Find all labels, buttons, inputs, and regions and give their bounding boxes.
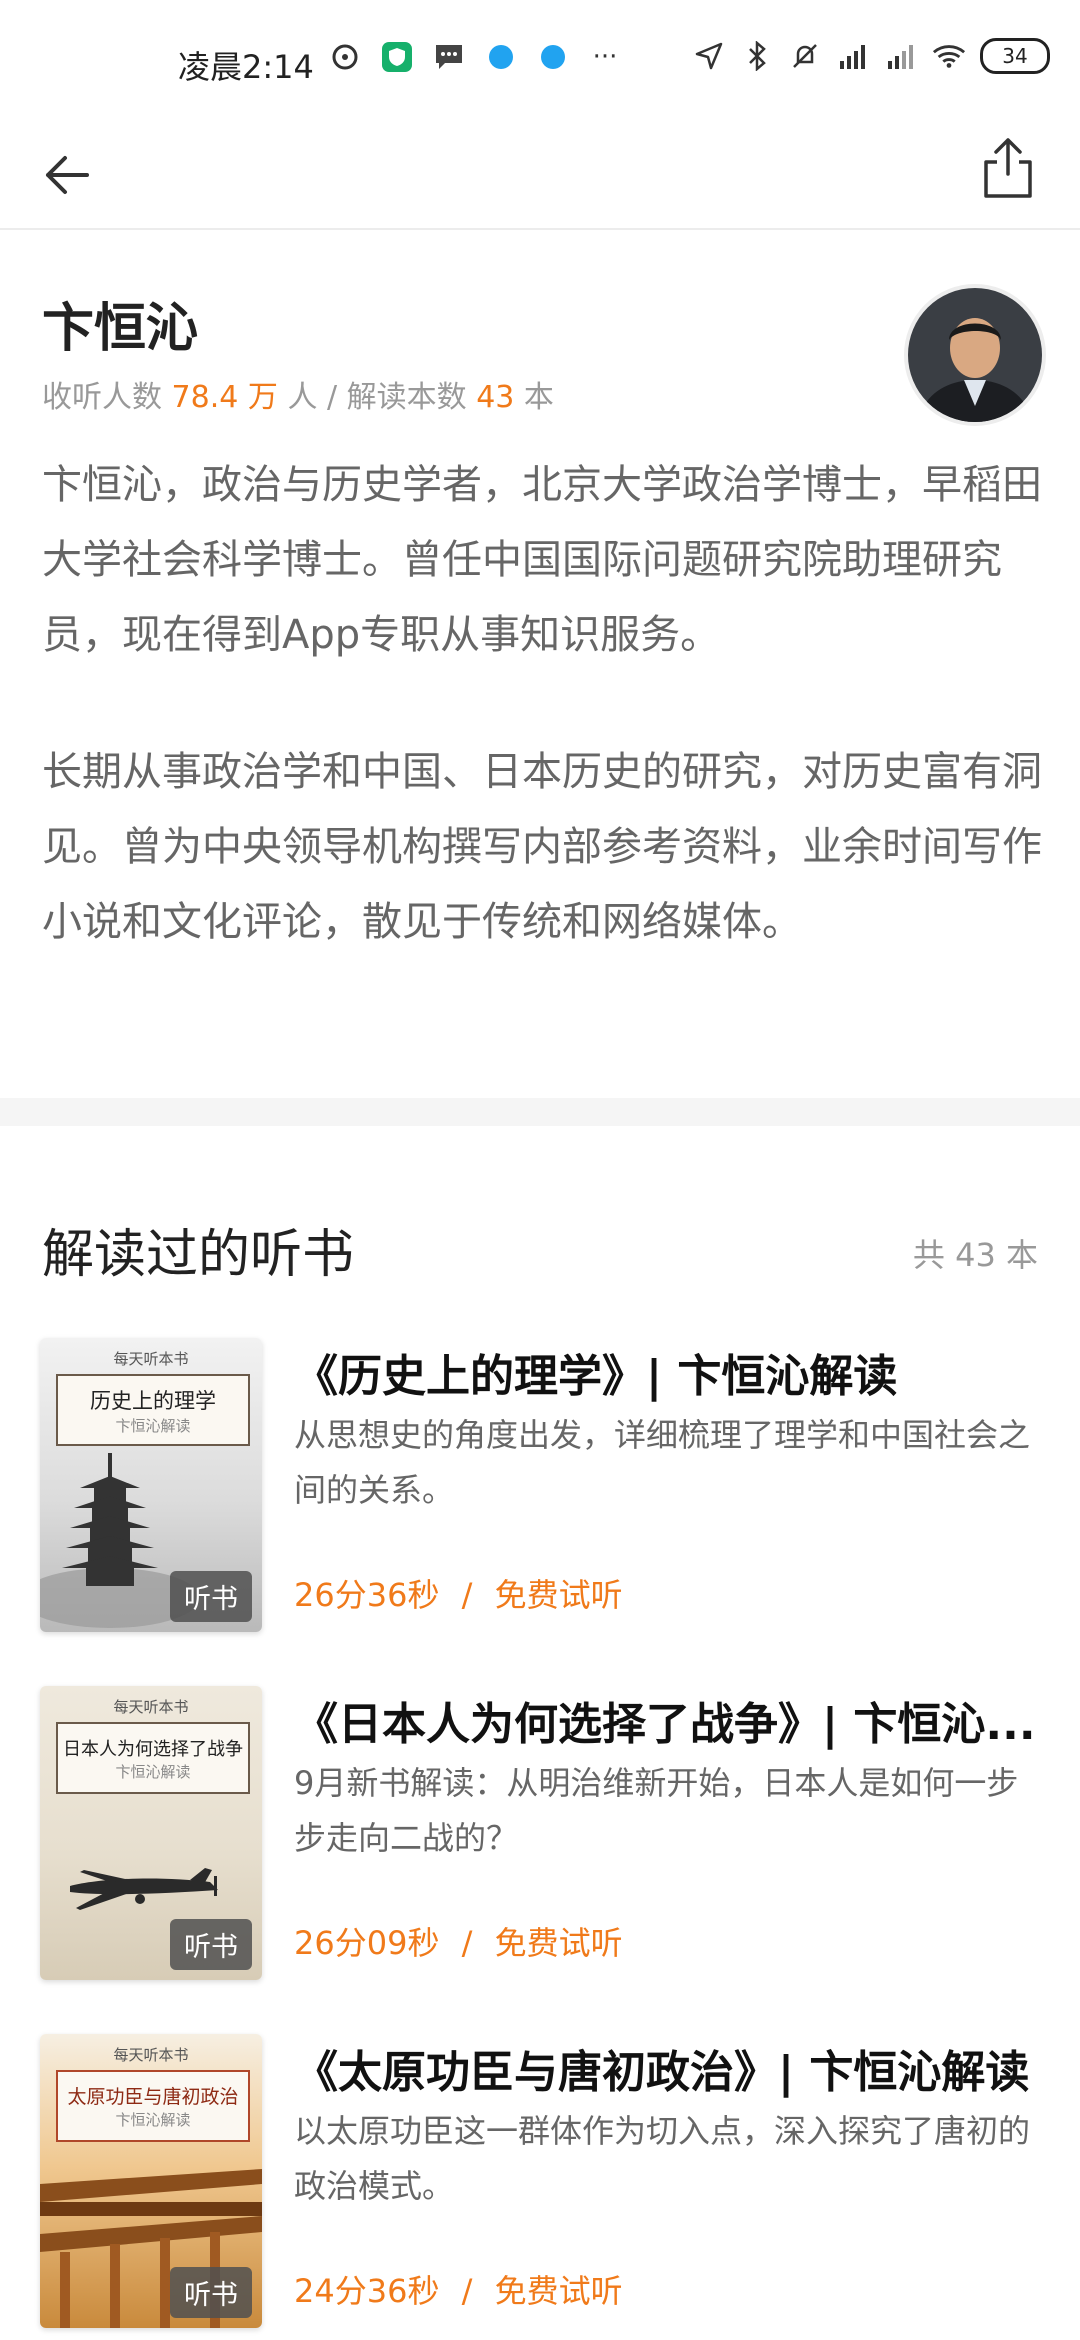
top-toolbar: [0, 122, 1080, 230]
status-bar: 凌晨2:14 ··· 34: [0, 0, 1080, 122]
location-icon: [692, 39, 726, 73]
meta-separator: /: [461, 1576, 473, 1614]
book-title: 《历史上的理学》| 卞恒沁解读: [294, 1351, 898, 1402]
mute-bell-icon: [788, 39, 822, 73]
section-divider: [0, 1098, 1080, 1126]
author-name: 卞恒沁: [42, 299, 199, 359]
book-meta: 26分36秒 / 免费试听: [294, 1570, 623, 1616]
book-item[interactable]: 每天听本书 历史上的理学 卞恒沁解读 听书 《历史上的理学》| 卞恒沁解读 从思…: [40, 1338, 1040, 1632]
meta-separator: /: [461, 1924, 473, 1962]
books-value: 43: [476, 380, 515, 415]
meta-separator: /: [461, 2272, 473, 2310]
listeners-value: 78.4 万: [171, 380, 278, 415]
audiobook-badge: 听书: [170, 1919, 252, 1970]
books-label: 解读本数: [346, 380, 467, 415]
cover-series: 每天听本书: [113, 1350, 189, 1368]
book-duration: 26分09秒: [294, 1924, 440, 1962]
bluetooth-icon: [740, 39, 774, 73]
cover-title-frame: 太原功臣与唐初政治 卞恒沁解读: [56, 2070, 250, 2142]
cover-author: 卞恒沁解读: [115, 1416, 191, 1435]
listeners-label: 收听人数: [42, 380, 162, 415]
book-description: 从思想史的角度出发，详细梳理了理学和中国社会之间的关系。: [294, 1416, 1031, 1509]
author-bio: 卞恒沁，政治与历史学者，北京大学政治学博士，早稻田大学社会科学博士。曾任中国国际…: [42, 448, 1042, 960]
avatar: [904, 284, 1046, 426]
share-icon: [984, 138, 1032, 198]
back-button[interactable]: [36, 144, 98, 206]
book-meta: 24分36秒 / 免费试听: [294, 2266, 623, 2312]
book-item[interactable]: 每天听本书 日本人为何选择了战争 卞恒沁解读 听书 《日本人为何选择了战争》| …: [40, 1686, 1040, 1980]
books-unit: 本: [523, 380, 554, 415]
cover-author: 卞恒沁解读: [115, 1762, 191, 1781]
book-info: 《太原功臣与唐初政治》| 卞恒沁解读 以太原功臣这一群体作为切入点，深入探究了唐…: [294, 2034, 1040, 2214]
more-notifications-icon: ···: [592, 42, 618, 72]
book-cover: 每天听本书 太原功臣与唐初政治 卞恒沁解读 听书: [40, 2034, 262, 2328]
cover-series: 每天听本书: [113, 1698, 189, 1716]
share-button[interactable]: [972, 128, 1044, 208]
bio-paragraph: 卞恒沁，政治与历史学者，北京大学政治学博士，早稻田大学社会科学博士。曾任中国国际…: [42, 462, 1042, 658]
section-title: 解读过的听书: [42, 1225, 355, 1285]
bird-app-icon-2: [536, 40, 570, 74]
cover-title: 日本人为何选择了战争: [63, 1738, 243, 1760]
bio-paragraph: 长期从事政治学和中国、日本历史的研究，对历史富有洞见。曾为中央领导机构撰写内部参…: [42, 749, 1042, 945]
book-description: 以太原功臣这一群体作为切入点，深入探究了唐初的政治模式。: [294, 2112, 1031, 2205]
free-trial-label: 免费试听: [494, 1924, 623, 1962]
author-header: 卞恒沁: [42, 286, 1042, 361]
message-icon: [432, 40, 466, 74]
system-icons: 34: [692, 38, 1050, 74]
bird-app-icon: [484, 40, 518, 74]
book-title: 《日本人为何选择了战争》| 卞恒沁...: [294, 1699, 1036, 1750]
arrow-left-icon: [46, 156, 89, 194]
book-duration: 26分36秒: [294, 1576, 440, 1614]
wifi-icon: [932, 39, 966, 73]
audiobook-badge: 听书: [170, 1571, 252, 1622]
shield-app-icon: [380, 40, 414, 74]
book-info: 《日本人为何选择了战争》| 卞恒沁... 9月新书解读：从明治维新开始，日本人是…: [294, 1686, 1040, 1866]
cover-series: 每天听本书: [113, 2046, 189, 2064]
battery-icon: 34: [980, 38, 1050, 74]
audiobook-badge: 听书: [170, 2267, 252, 2318]
signal-hd-icon-2: [884, 39, 918, 73]
book-item[interactable]: 每天听本书 太原功臣与唐初政治 卞恒沁解读 听书 《太原功臣与唐初政治》| 卞恒…: [40, 2034, 1040, 2328]
book-cover: 每天听本书 日本人为何选择了战争 卞恒沁解读 听书: [40, 1686, 262, 1980]
section-count: 共 43 本: [912, 1236, 1038, 1274]
notification-icons: ···: [328, 40, 622, 74]
author-stats: 收听人数 78.4 万 人 / 解读本数 43 本: [42, 372, 554, 416]
book-meta: 26分09秒 / 免费试听: [294, 1918, 623, 1964]
book-title: 《太原功臣与唐初政治》| 卞恒沁解读: [294, 2047, 1030, 2098]
cover-author: 卞恒沁解读: [115, 2111, 191, 2129]
speed-icon: [328, 40, 362, 74]
cover-title-frame: 日本人为何选择了战争 卞恒沁解读: [56, 1722, 250, 1794]
book-info: 《历史上的理学》| 卞恒沁解读 从思想史的角度出发，详细梳理了理学和中国社会之间…: [294, 1338, 1040, 1518]
book-description: 9月新书解读：从明治维新开始，日本人是如何一步步走向二战的？: [294, 1764, 1019, 1857]
free-trial-label: 免费试听: [494, 1576, 623, 1614]
book-duration: 24分36秒: [294, 2272, 440, 2310]
signal-hd-icon: [836, 39, 870, 73]
listeners-unit: 人 /: [287, 380, 338, 415]
cover-title-frame: 历史上的理学 卞恒沁解读: [56, 1374, 250, 1446]
book-cover: 每天听本书 历史上的理学 卞恒沁解读 听书: [40, 1338, 262, 1632]
free-trial-label: 免费试听: [494, 2272, 623, 2310]
cover-title: 太原功臣与唐初政治: [67, 2086, 239, 2108]
status-time: 凌晨2:14: [178, 48, 314, 86]
cover-title: 历史上的理学: [90, 1388, 216, 1413]
